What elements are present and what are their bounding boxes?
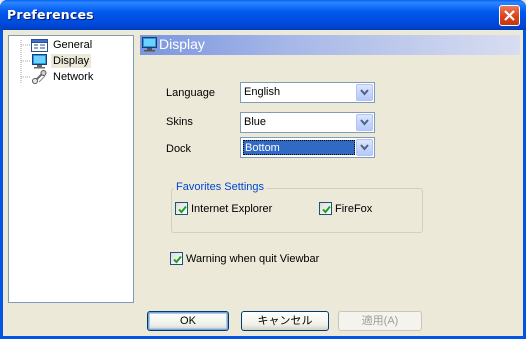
dock-dropdown-button[interactable] — [356, 139, 373, 156]
monitor-icon — [31, 53, 48, 69]
dock-select[interactable]: Bottom — [240, 137, 375, 158]
panel-title: Display — [159, 36, 205, 52]
tree-item-label: General — [53, 39, 93, 51]
skins-value: Blue — [244, 116, 267, 128]
checkbox-box[interactable] — [319, 202, 332, 215]
tree-item-general[interactable]: General — [31, 37, 94, 53]
language-value: English — [244, 86, 281, 98]
monitor-icon — [141, 37, 158, 55]
apply-button[interactable]: 適用(A) — [338, 311, 422, 331]
language-dropdown-button[interactable] — [356, 84, 373, 101]
panel-header: Display — [140, 35, 520, 55]
internet-explorer-checkbox[interactable]: Internet Explorer — [175, 202, 272, 215]
ok-button[interactable]: OK — [147, 311, 229, 331]
dock-value: Bottom — [243, 140, 355, 155]
chevron-down-icon — [360, 144, 369, 151]
firefox-checkbox[interactable]: FireFox — [319, 202, 372, 215]
tree-item-label: Display — [51, 54, 92, 68]
checkmark-icon — [178, 205, 187, 214]
preferences-window: Preferences General Display Network Disp… — [0, 0, 526, 339]
warning-quit-label: Warning when quit Viewbar — [186, 252, 320, 265]
dialog-body: General Display Network Display Language… — [3, 30, 523, 336]
skins-select[interactable]: Blue — [240, 112, 375, 133]
chevron-down-icon — [360, 119, 369, 126]
warning-quit-checkbox[interactable]: Warning when quit Viewbar — [170, 252, 319, 265]
checkmark-icon — [173, 255, 182, 264]
checkbox-box[interactable] — [175, 202, 188, 215]
tree-item-network[interactable]: Network — [31, 69, 95, 85]
title-bar[interactable]: Preferences — [0, 0, 526, 30]
language-select[interactable]: English — [240, 82, 375, 103]
skins-label: Skins — [166, 116, 193, 128]
language-label: Language — [166, 87, 215, 99]
category-tree[interactable]: General Display Network — [8, 35, 134, 303]
window-title: Preferences — [7, 7, 94, 22]
tree-item-label: Network — [53, 71, 94, 83]
favorites-legend: Favorites Settings — [174, 181, 267, 193]
checkbox-box[interactable] — [170, 252, 183, 265]
internet-explorer-label: Internet Explorer — [191, 202, 273, 215]
chevron-down-icon — [360, 89, 369, 96]
network-icon — [31, 69, 48, 85]
checkmark-icon — [322, 205, 331, 214]
cancel-button[interactable]: キャンセル — [241, 311, 329, 331]
firefox-label: FireFox — [335, 202, 373, 215]
dock-label: Dock — [166, 143, 192, 155]
tree-item-display[interactable]: Display — [31, 53, 92, 69]
skins-dropdown-button[interactable] — [356, 114, 373, 131]
general-settings-icon — [31, 38, 48, 53]
close-button[interactable] — [499, 5, 520, 26]
